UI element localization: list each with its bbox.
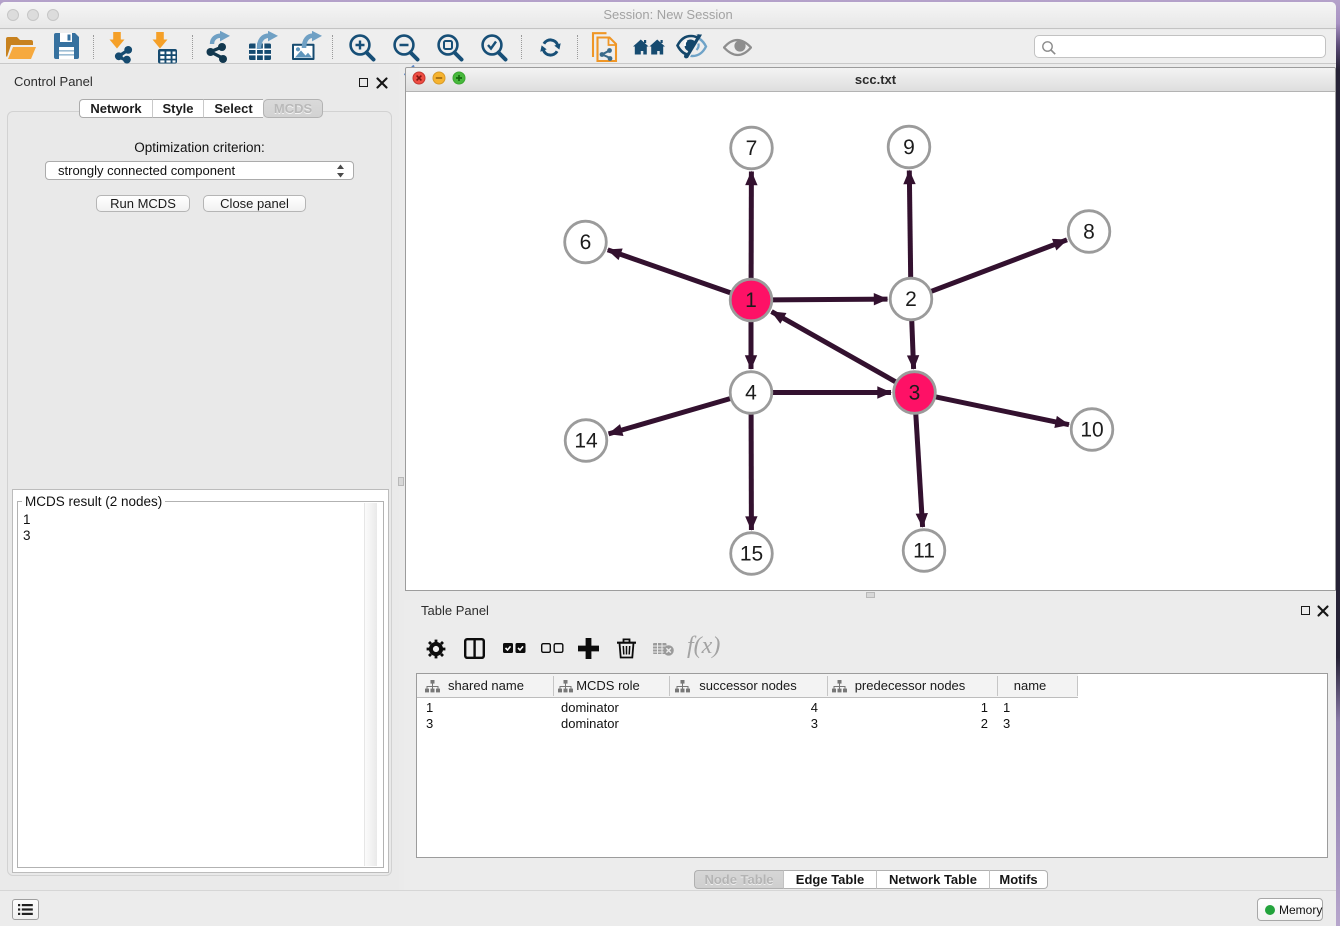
svg-text:2: 2	[905, 288, 917, 311]
svg-text:3: 3	[909, 382, 921, 405]
svg-text:8: 8	[1083, 221, 1095, 244]
svg-text:15: 15	[740, 543, 763, 566]
svg-text:1: 1	[745, 289, 757, 312]
svg-text:7: 7	[746, 137, 758, 160]
svg-text:4: 4	[745, 382, 757, 405]
svg-text:14: 14	[574, 430, 598, 453]
svg-text:11: 11	[913, 540, 935, 563]
svg-text:10: 10	[1080, 419, 1103, 442]
svg-text:9: 9	[903, 136, 915, 159]
svg-text:6: 6	[580, 231, 592, 254]
